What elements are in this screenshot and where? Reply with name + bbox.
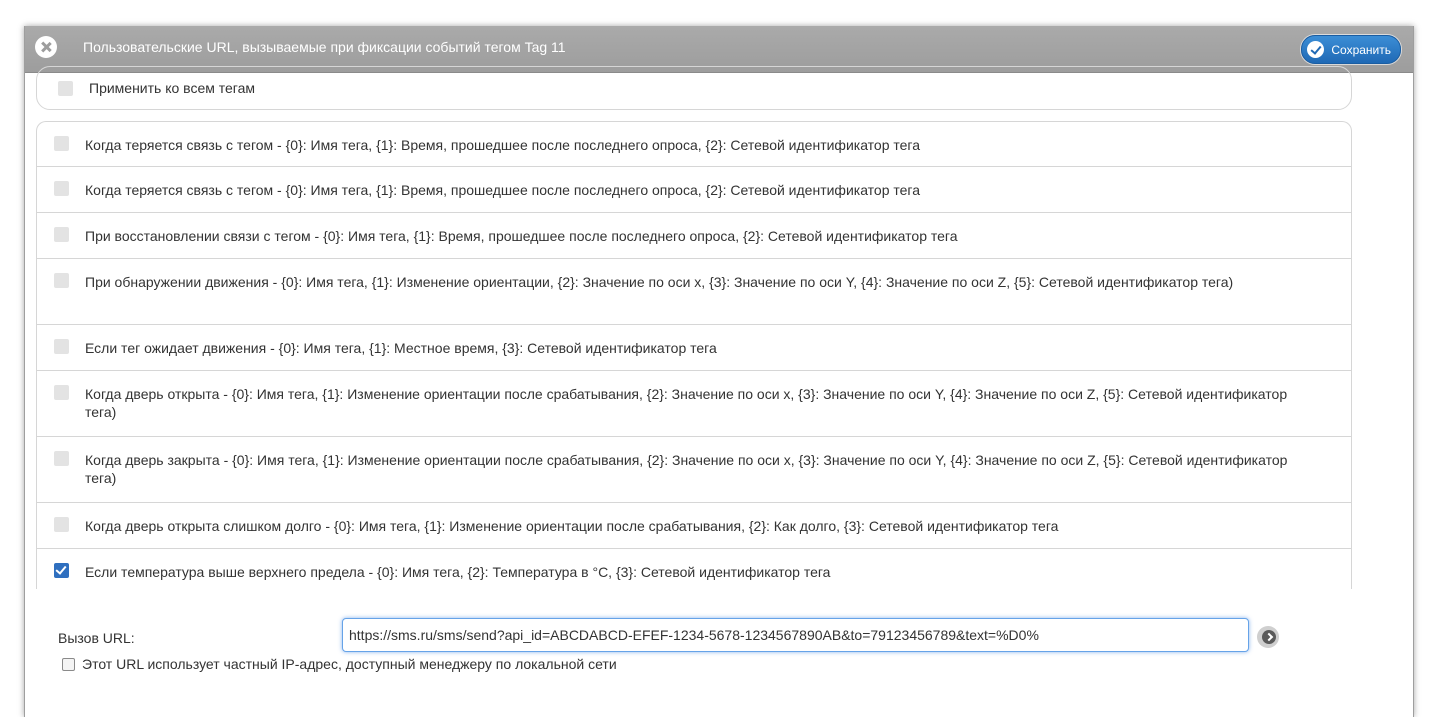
arrow-right-circle-icon[interactable] xyxy=(1257,626,1279,648)
event-checkbox[interactable] xyxy=(54,273,69,288)
event-row[interactable]: Если температура выше верхнего предела -… xyxy=(37,549,1351,589)
url-label: Вызов URL: xyxy=(58,630,135,646)
event-checkbox[interactable] xyxy=(54,451,69,466)
event-row[interactable]: Когда теряется связь с тегом - {0}: Имя … xyxy=(37,122,1351,167)
dialog-title: Пользовательские URL, вызываемые при фик… xyxy=(83,39,566,55)
save-button[interactable]: Сохранить xyxy=(1301,35,1401,64)
event-label: Когда дверь закрыта - {0}: Имя тега, {1}… xyxy=(85,452,1288,486)
event-label: Когда дверь открыта - {0}: Имя тега, {1}… xyxy=(85,386,1288,420)
event-label: Когда теряется связь с тегом - {0}: Имя … xyxy=(85,182,921,198)
event-checkbox[interactable] xyxy=(54,136,69,151)
event-row[interactable]: Когда теряется связь с тегом - {0}: Имя … xyxy=(37,167,1351,213)
private-ip-option[interactable]: Этот URL использует частный IP-адрес, до… xyxy=(62,656,617,672)
event-list: Когда теряется связь с тегом - {0}: Имя … xyxy=(36,121,1352,589)
event-row[interactable]: При восстановлении связи с тегом - {0}: … xyxy=(37,213,1351,259)
event-label: Если тег ожидает движения - {0}: Имя тег… xyxy=(85,340,717,356)
event-row[interactable]: Когда дверь открыта слишком долго - {0}:… xyxy=(37,503,1351,549)
check-circle-icon xyxy=(1307,41,1325,58)
event-label: При восстановлении связи с тегом - {0}: … xyxy=(85,228,958,244)
page: Пользовательские URL, вызываемые при фик… xyxy=(0,0,1434,717)
event-row[interactable]: Когда дверь закрыта - {0}: Имя тега, {1}… xyxy=(37,437,1351,503)
close-icon[interactable] xyxy=(35,36,57,58)
private-ip-label: Этот URL использует частный IP-адрес, до… xyxy=(82,656,617,672)
event-checkbox[interactable] xyxy=(54,339,69,354)
event-label: Если температура выше верхнего предела -… xyxy=(85,564,831,580)
url-input[interactable] xyxy=(342,618,1249,652)
event-checkbox[interactable] xyxy=(54,385,69,400)
event-label: При обнаружении движения - {0}: Имя тега… xyxy=(85,274,1234,290)
event-label: Когда теряется связь с тегом - {0}: Имя … xyxy=(85,137,921,153)
event-checkbox[interactable] xyxy=(54,227,69,242)
event-checkbox[interactable] xyxy=(54,517,69,532)
event-row[interactable]: Когда дверь открыта - {0}: Имя тега, {1}… xyxy=(37,371,1351,437)
event-label: Когда дверь открыта слишком долго - {0}:… xyxy=(85,518,1059,534)
event-checkbox[interactable] xyxy=(54,563,69,578)
private-ip-checkbox[interactable] xyxy=(62,657,75,671)
apply-all-label: Применить ко всем тегам xyxy=(89,80,256,96)
apply-all-checkbox[interactable] xyxy=(58,80,73,96)
event-checkbox[interactable] xyxy=(54,181,69,196)
event-row[interactable]: Если тег ожидает движения - {0}: Имя тег… xyxy=(37,325,1351,371)
apply-all-tags-option[interactable]: Применить ко всем тегам xyxy=(36,66,1352,110)
event-row[interactable]: При обнаружении движения - {0}: Имя тега… xyxy=(37,259,1351,325)
save-button-label: Сохранить xyxy=(1331,42,1391,57)
